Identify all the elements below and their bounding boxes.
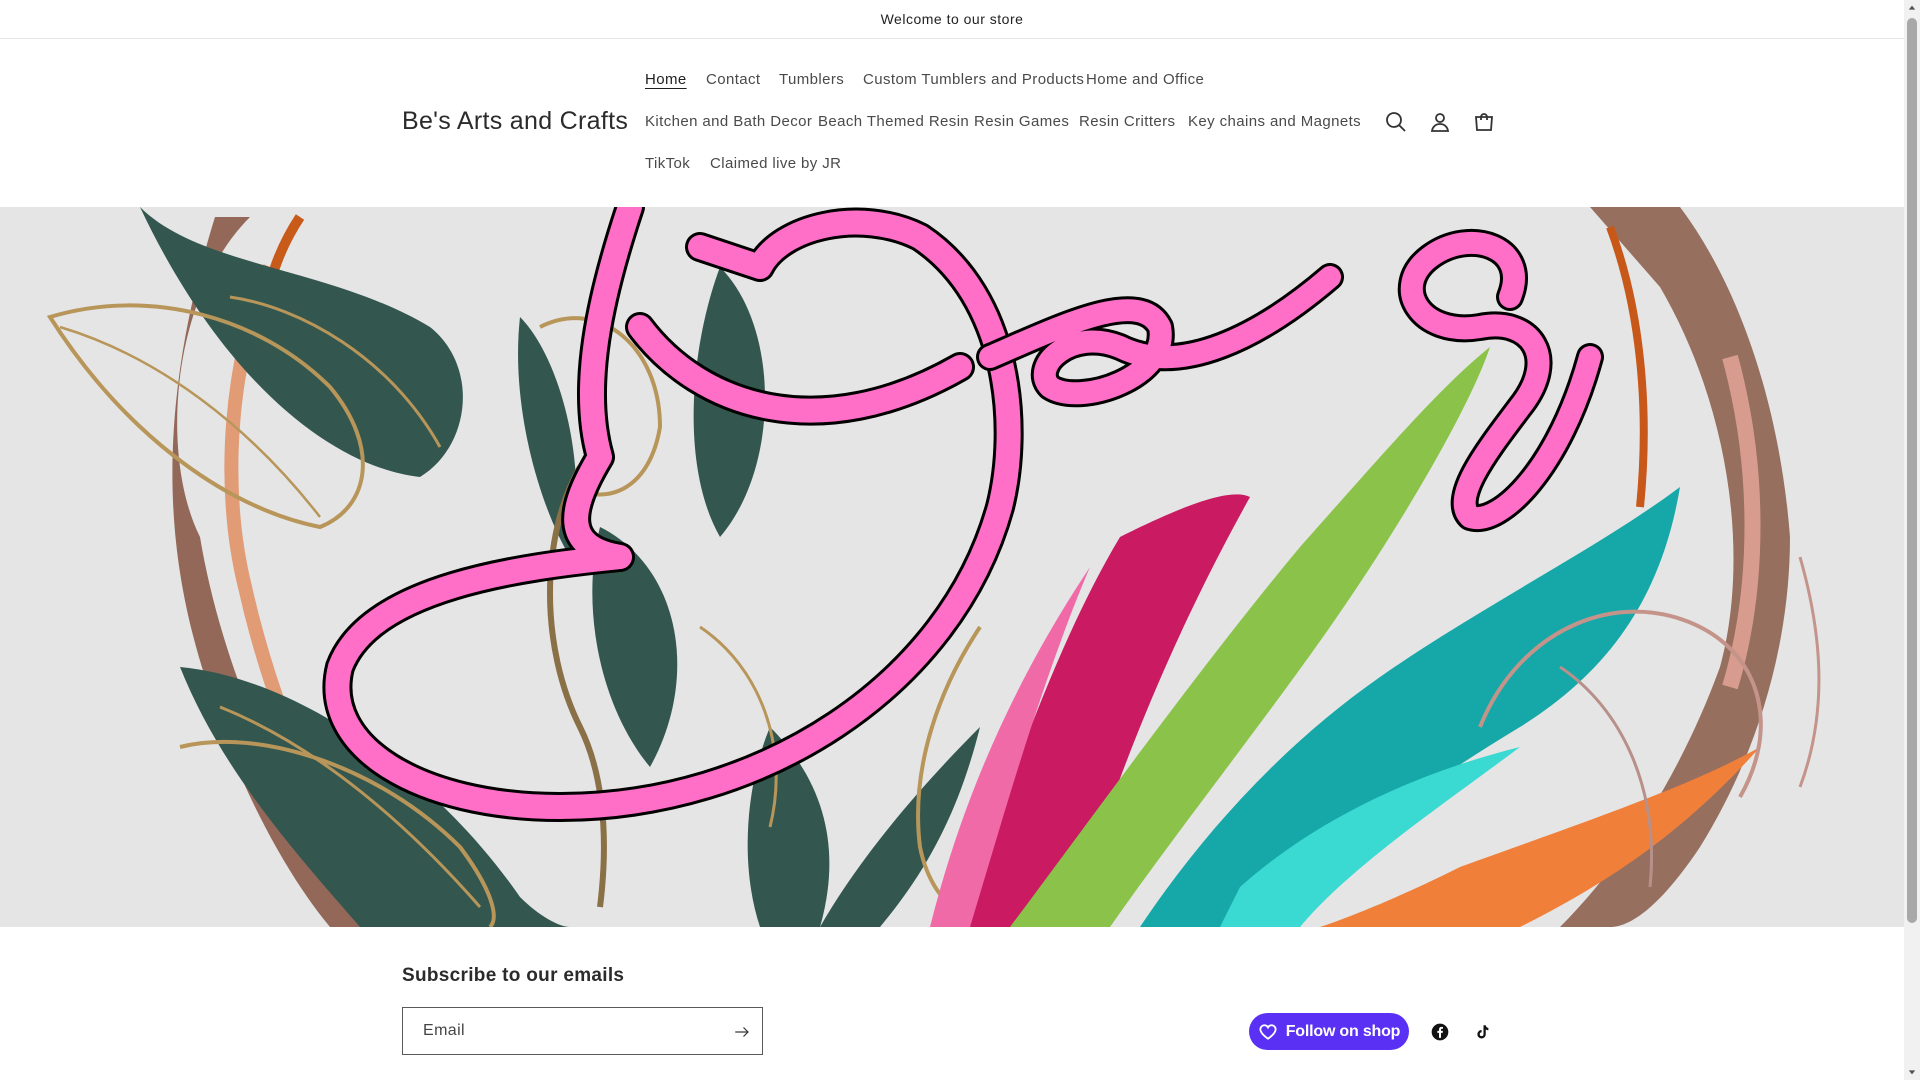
nav-tiktok[interactable]: TikTok bbox=[645, 155, 690, 172]
tiktok-icon[interactable] bbox=[1470, 1020, 1494, 1044]
account-icon[interactable] bbox=[1426, 108, 1454, 136]
page: Welcome to our store Be's Arts and Craft… bbox=[0, 0, 1904, 1080]
nav-beach-resin[interactable]: Beach Themed Resin bbox=[818, 113, 969, 130]
nav-home[interactable]: Home bbox=[645, 71, 687, 88]
search-icon[interactable] bbox=[1382, 108, 1410, 136]
facebook-icon[interactable] bbox=[1428, 1020, 1452, 1044]
site-footer: Subscribe to our emails Follow on shop bbox=[0, 927, 1904, 1080]
bes-logo-artwork bbox=[46, 207, 1821, 927]
subscribe-heading: Subscribe to our emails bbox=[402, 965, 625, 986]
nav-resin-critters[interactable]: Resin Critters bbox=[1079, 113, 1175, 130]
follow-on-shop-label: Follow on shop bbox=[1285, 1022, 1401, 1040]
cart-icon[interactable] bbox=[1470, 108, 1498, 136]
nav-claimed-live[interactable]: Claimed live by JR bbox=[710, 155, 841, 172]
site-header: Be's Arts and Crafts Home Contact Tumble… bbox=[0, 39, 1904, 207]
nav-tumblers[interactable]: Tumblers bbox=[779, 71, 844, 88]
email-input[interactable] bbox=[403, 1008, 721, 1054]
nav-home-and-office[interactable]: Home and Office bbox=[1086, 71, 1204, 88]
heart-icon bbox=[1259, 1023, 1277, 1040]
scrollbar-thumb[interactable] bbox=[1907, 18, 1917, 923]
announcement-bar: Welcome to our store bbox=[0, 0, 1904, 39]
nav-resin-games[interactable]: Resin Games bbox=[974, 113, 1069, 130]
email-form bbox=[402, 1007, 763, 1055]
nav-custom-tumblers[interactable]: Custom Tumblers and Products bbox=[863, 71, 1084, 88]
follow-on-shop-button[interactable]: Follow on shop bbox=[1249, 1013, 1409, 1050]
nav-keychains-magnets[interactable]: Key chains and Magnets bbox=[1188, 113, 1361, 130]
hero-banner bbox=[0, 207, 1904, 927]
scroll-down-arrow-icon[interactable] bbox=[1904, 1064, 1920, 1080]
arrow-right-icon[interactable] bbox=[730, 1020, 754, 1044]
store-logo[interactable]: Be's Arts and Crafts bbox=[402, 107, 628, 136]
nav-kitchen-bath[interactable]: Kitchen and Bath Decor bbox=[645, 113, 812, 130]
announcement-text: Welcome to our store bbox=[880, 11, 1024, 27]
scroll-up-arrow-icon[interactable] bbox=[1904, 0, 1920, 16]
page-scrollbar[interactable] bbox=[1904, 0, 1920, 1080]
nav-contact[interactable]: Contact bbox=[706, 71, 761, 88]
